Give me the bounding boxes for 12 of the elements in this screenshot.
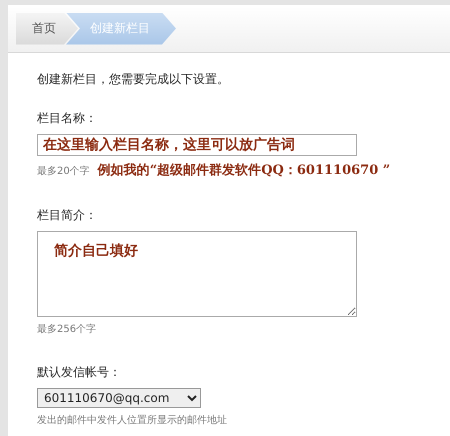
field-hint: 最多20个字 bbox=[37, 164, 90, 178]
annotation-text: 例如我的“超级邮件群发软件QQ：601110670 ” bbox=[98, 162, 390, 179]
breadcrumb-tab[interactable]: 首页 bbox=[16, 12, 78, 44]
sender-account-dropdown[interactable]: 601110670@qq.com bbox=[37, 388, 201, 408]
field-label: 栏目名称： bbox=[37, 110, 98, 127]
intro-text: 创建新栏目，您需要完成以下设置。 bbox=[37, 71, 230, 88]
field-hint: 最多256个字 bbox=[37, 322, 96, 336]
description-text-area[interactable]: 简介自己填好 bbox=[37, 231, 357, 317]
field-hint: 发出的邮件中发件人位置所显示的邮件地址 bbox=[37, 414, 227, 427]
field-label: 默认发信帐号： bbox=[37, 364, 122, 381]
name-input-field[interactable]: 在这里输入栏目名称，这里可以放广告词 bbox=[37, 134, 357, 156]
field-label: 栏目简介： bbox=[37, 207, 98, 224]
